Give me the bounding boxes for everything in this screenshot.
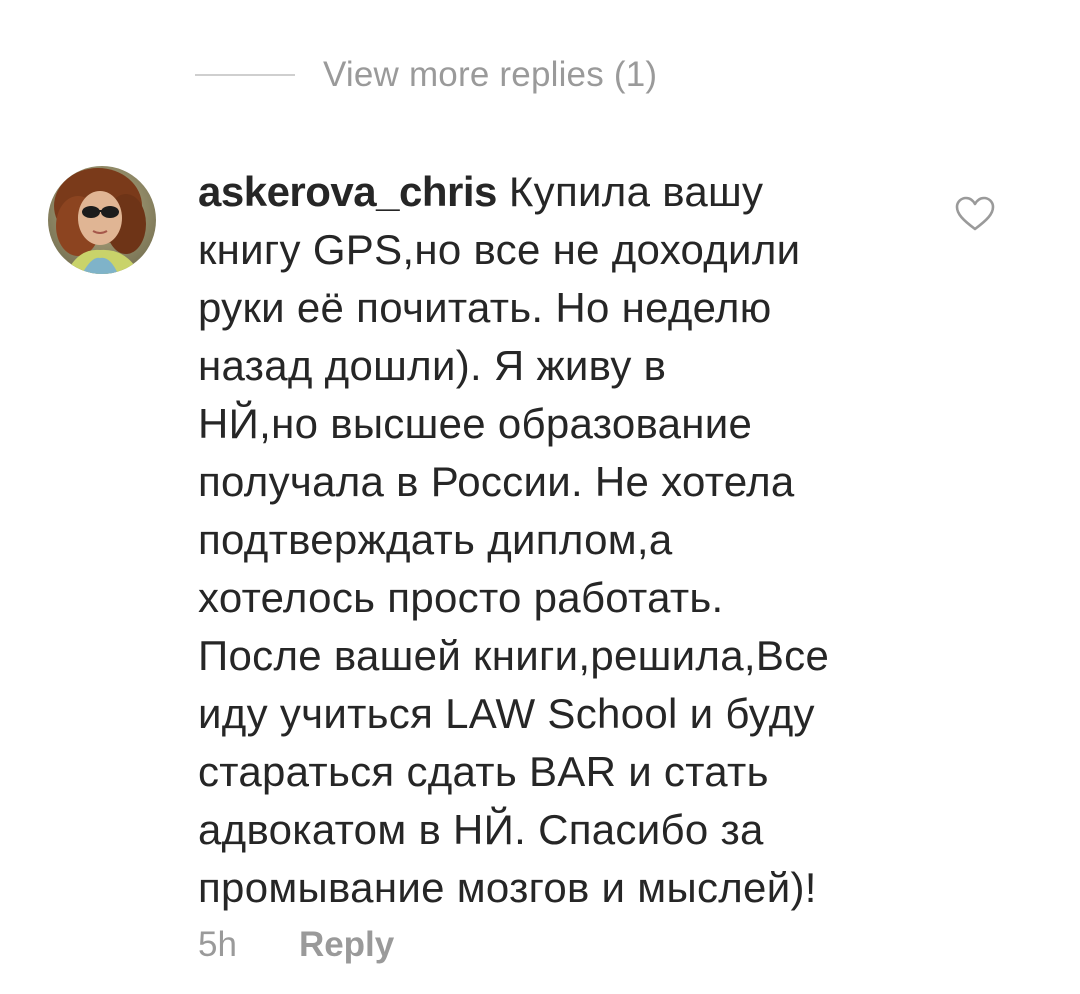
view-more-replies-button[interactable]: View more replies (1) [195,50,657,100]
view-more-replies-label: View more replies (1) [323,55,658,94]
comment-line: иду учиться LAW School и буду [198,690,815,737]
comment-meta: 5h Reply [198,922,394,968]
comment-line: подтверждать диплом,а [198,516,673,563]
reply-button[interactable]: Reply [299,925,394,965]
comment-line: Купила вашу [508,168,764,215]
avatar[interactable] [48,166,156,274]
heart-outline-icon [955,196,995,231]
comment-username[interactable]: askerova_chris [198,168,497,215]
comment-line: адвокатом в НЙ. Спасибо за [198,806,764,853]
comment-line: хотелось просто работать. [198,574,724,621]
comment-body: askerova_chris Купила вашу книгу GPS,но в… [198,163,933,917]
avatar-image [48,166,156,274]
comment-line: стараться сдать BAR и стать [198,748,769,795]
like-button[interactable] [955,196,995,232]
comment-line: получала в России. Не хотела [198,458,795,505]
comment-line: промывание мозгов и мыслей)! [198,864,817,911]
comment-line: НЙ,но высшее образование [198,400,753,447]
comment-line: После вашей книги,решила,Все [198,632,830,679]
replies-divider-line [195,74,295,76]
comment-line: руки её почитать. Но неделю [198,284,772,331]
comment-line: назад дошли). Я живу в [198,342,667,389]
comment-line: книгу GPS,но все не доходили [198,226,801,273]
comment-timestamp: 5h [198,925,237,964]
